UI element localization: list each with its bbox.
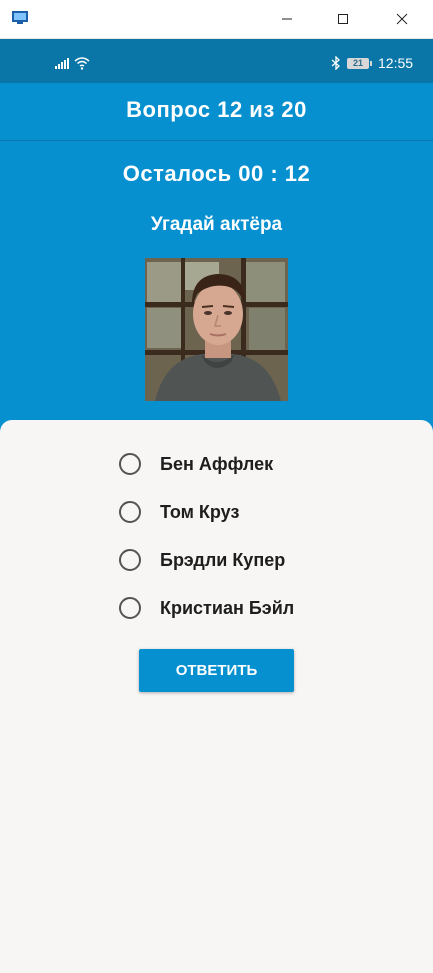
countdown-timer: Осталось 00 : 12 bbox=[122, 161, 311, 186]
app-icon bbox=[12, 11, 28, 24]
maximize-icon bbox=[338, 14, 348, 24]
answers-sheet: Бен Аффлек Том Круз Брэдли Купер Кристиа… bbox=[0, 420, 433, 973]
radio-button[interactable] bbox=[119, 501, 141, 523]
phone-screen: 21 12:55 Вопрос 12 из 20 Осталось 00 : 1… bbox=[0, 39, 433, 973]
portrait-image bbox=[145, 258, 288, 401]
quiz-header: Вопрос 12 из 20 bbox=[0, 83, 433, 141]
actor-photo bbox=[145, 258, 288, 401]
answer-option-1[interactable]: Бен Аффлек bbox=[119, 449, 379, 479]
answer-option-4[interactable]: Кристиан Бэйл bbox=[119, 593, 379, 623]
submit-answer-button[interactable]: ОТВЕТИТЬ bbox=[139, 649, 294, 692]
answer-option-label: Том Круз bbox=[160, 501, 240, 522]
answer-option-label: Бен Аффлек bbox=[160, 453, 274, 474]
answer-option-3[interactable]: Брэдли Купер bbox=[119, 545, 379, 575]
wifi-icon bbox=[74, 57, 90, 70]
minimize-icon bbox=[282, 18, 292, 20]
close-button[interactable] bbox=[379, 0, 425, 38]
answer-option-label: Кристиан Бэйл bbox=[160, 597, 295, 618]
bluetooth-icon bbox=[331, 56, 340, 70]
minimize-button[interactable] bbox=[264, 0, 310, 38]
maximize-button[interactable] bbox=[320, 0, 366, 38]
answer-option-label: Брэдли Купер bbox=[160, 549, 286, 570]
status-bar: 21 12:55 bbox=[0, 39, 433, 83]
battery-indicator: 21 bbox=[347, 58, 369, 69]
close-icon bbox=[396, 13, 408, 25]
status-clock: 12:55 bbox=[378, 55, 414, 71]
window-titlebar bbox=[0, 0, 433, 39]
question-prompt: Угадай актёра bbox=[150, 214, 283, 235]
battery-tip bbox=[370, 61, 372, 66]
radio-button[interactable] bbox=[119, 549, 141, 571]
answer-option-2[interactable]: Том Круз bbox=[119, 497, 379, 527]
radio-button[interactable] bbox=[119, 597, 141, 619]
question-counter: Вопрос 12 из 20 bbox=[126, 97, 307, 122]
signal-icon bbox=[55, 58, 69, 69]
radio-button[interactable] bbox=[119, 453, 141, 475]
